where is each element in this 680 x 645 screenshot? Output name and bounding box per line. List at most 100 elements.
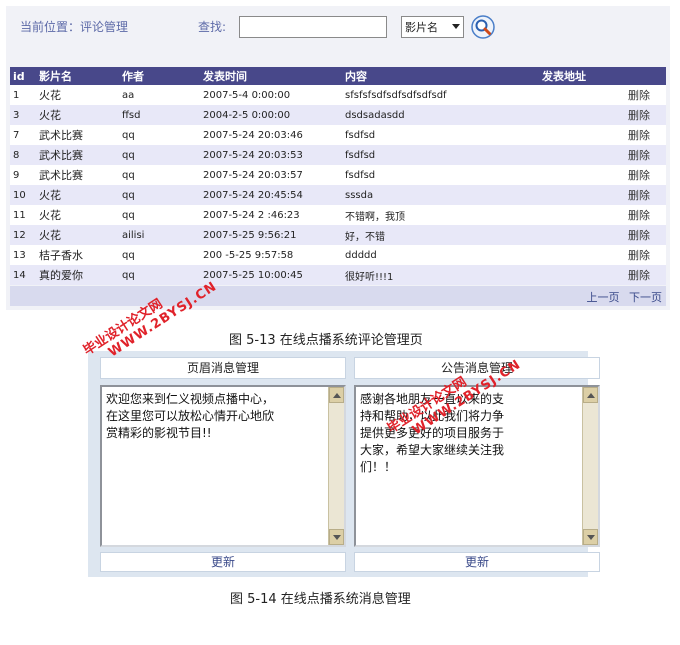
cell-author: qq: [119, 145, 200, 165]
column-header: 内容: [342, 67, 539, 85]
scroll-down-icon[interactable]: [583, 529, 598, 545]
delete-link[interactable]: 删除: [616, 205, 666, 225]
table-row: 9 武术比赛 qq 2007-5-24 20:03:57 fsdfsd 删除: [10, 165, 666, 185]
cell-content: fsdfsd: [342, 145, 539, 165]
cell-time: 2007-5-25 9:56:21: [200, 225, 342, 245]
search-field-select-value: 影片名: [405, 21, 438, 34]
cell-title: 真的爱你: [36, 265, 119, 285]
cell-time: 2007-5-25 10:00:45: [200, 265, 342, 285]
cell-address: [539, 205, 616, 225]
prev-page-link[interactable]: 上一页: [587, 291, 620, 304]
cell-id: 1: [10, 85, 36, 105]
delete-link[interactable]: 删除: [616, 265, 666, 285]
header-message-textarea[interactable]: 欢迎您来到仁义视频点播中心， 在这里您可以放松心情开心地欣 赏精彩的影视节目!!: [100, 385, 346, 547]
cell-address: [539, 125, 616, 145]
delete-link[interactable]: 删除: [616, 85, 666, 105]
cell-address: [539, 165, 616, 185]
table-row: 10 火花 qq 2007-5-24 20:45:54 sssda 删除: [10, 185, 666, 205]
magnifier-icon[interactable]: [471, 15, 495, 39]
delete-link[interactable]: 删除: [616, 165, 666, 185]
table-row: 1 火花 aa 2007-5-4 0:00:00 sfsfsfsdfsdfsdfsdfs…: [10, 85, 666, 105]
delete-link[interactable]: 删除: [616, 245, 666, 265]
delete-link[interactable]: 删除: [616, 125, 666, 145]
vertical-scrollbar[interactable]: [328, 387, 344, 545]
column-header: [616, 67, 666, 85]
search-field-select[interactable]: 影片名: [401, 16, 464, 38]
cell-title: 火花: [36, 205, 119, 225]
cell-time: 2007-5-24 2 :46:23: [200, 205, 342, 225]
cell-author: qq: [119, 205, 200, 225]
cell-address: [539, 185, 616, 205]
cell-author: qq: [119, 185, 200, 205]
cell-address: [539, 85, 616, 105]
cell-address: [539, 105, 616, 125]
cell-time: 2007-5-24 20:45:54: [200, 185, 342, 205]
comments-table: id 影片名 作者 发表时间 内容 发表地址 1 火花 aa 2007-5-4 0:0…: [10, 67, 666, 285]
cell-title: 火花: [36, 105, 119, 125]
delete-link[interactable]: 删除: [616, 145, 666, 165]
scroll-up-icon[interactable]: [329, 387, 344, 403]
cell-id: 3: [10, 105, 36, 125]
column-header: 作者: [119, 67, 200, 85]
header-message-update-button[interactable]: 更新: [100, 552, 346, 572]
cell-content: fsdfsd: [342, 165, 539, 185]
scroll-down-icon[interactable]: [329, 529, 344, 545]
search-input[interactable]: [239, 16, 387, 38]
cell-title: 火花: [36, 225, 119, 245]
scroll-up-icon[interactable]: [583, 387, 598, 403]
cell-title: 火花: [36, 185, 119, 205]
cell-id: 12: [10, 225, 36, 245]
chevron-down-icon: [452, 24, 460, 29]
cell-author: qq: [119, 125, 200, 145]
header-message-text: 欢迎您来到仁义视频点播中心， 在这里您可以放松心情开心地欣 赏精彩的影视节目!!: [106, 392, 275, 440]
header-message-title: 页眉消息管理: [100, 357, 346, 379]
cell-address: [539, 225, 616, 245]
table-row: 12 火花 ailisi 2007-5-25 9:56:21 好，不错 删除: [10, 225, 666, 245]
cell-id: 13: [10, 245, 36, 265]
cell-time: 200 -5-25 9:57:58: [200, 245, 342, 265]
notice-message-update-button[interactable]: 更新: [354, 552, 600, 572]
table-header-row: id 影片名 作者 发表时间 内容 发表地址: [10, 67, 666, 85]
cell-content: ddddd: [342, 245, 539, 265]
cell-id: 10: [10, 185, 36, 205]
message-management-panel: 页眉消息管理 欢迎您来到仁义视频点播中心， 在这里您可以放松心情开心地欣 赏精彩…: [88, 351, 600, 577]
notice-message-textarea[interactable]: 感谢各地朋友一直以来的支 持和帮助，以此我们将力争 提供更多更好的项目服务于 大…: [354, 385, 600, 547]
cell-title: 武术比赛: [36, 165, 119, 185]
delete-link[interactable]: 删除: [616, 185, 666, 205]
toolbar: 当前位置：评论管理 查找: 影片名: [6, 6, 670, 50]
cell-content: 好，不错: [342, 225, 539, 245]
cell-content: 不错啊，我顶: [342, 205, 539, 225]
cell-address: [539, 265, 616, 285]
cell-id: 8: [10, 145, 36, 165]
delete-link[interactable]: 删除: [616, 105, 666, 125]
table-row: 3 火花 ffsd 2004-2-5 0:00:00 dsdsadasdd 删除: [10, 105, 666, 125]
cell-title: 武术比赛: [36, 145, 119, 165]
cell-author: qq: [119, 245, 200, 265]
breadcrumb: 当前位置：评论管理: [20, 20, 129, 34]
figure-caption-5-13: 图 5-13 在线点播系统评论管理页: [229, 333, 423, 348]
cell-time: 2007-5-24 20:03:53: [200, 145, 342, 165]
vertical-scrollbar[interactable]: [582, 387, 598, 545]
cell-id: 9: [10, 165, 36, 185]
figure-caption-5-14: 图 5-14 在线点播系统消息管理: [230, 592, 411, 607]
column-header: 影片名: [36, 67, 119, 85]
cell-author: aa: [119, 85, 200, 105]
cell-id: 7: [10, 125, 36, 145]
cell-time: 2004-2-5 0:00:00: [200, 105, 342, 125]
cell-address: [539, 145, 616, 165]
delete-link[interactable]: 删除: [616, 225, 666, 245]
cell-title: 武术比赛: [36, 125, 119, 145]
comment-management-panel: 当前位置：评论管理 查找: 影片名 id 影片名 作者 发表时间 内容 发表地址: [6, 6, 670, 310]
table-row: 13 桔子香水 qq 200 -5-25 9:57:58 ddddd 删除: [10, 245, 666, 265]
table-row: 14 真的爱你 qq 2007-5-25 10:00:45 很好听!!!1 删除: [10, 265, 666, 285]
cell-title: 火花: [36, 85, 119, 105]
cell-author: ailisi: [119, 225, 200, 245]
table-row: 8 武术比赛 qq 2007-5-24 20:03:53 fsdfsd 删除: [10, 145, 666, 165]
column-header: 发表时间: [200, 67, 342, 85]
cell-id: 14: [10, 265, 36, 285]
pagination-bar: 上一页 下一页: [10, 286, 666, 306]
cell-time: 2007-5-24 20:03:57: [200, 165, 342, 185]
cell-content: dsdsadasdd: [342, 105, 539, 125]
next-page-link[interactable]: 下一页: [629, 291, 662, 304]
column-header: 发表地址: [539, 67, 616, 85]
